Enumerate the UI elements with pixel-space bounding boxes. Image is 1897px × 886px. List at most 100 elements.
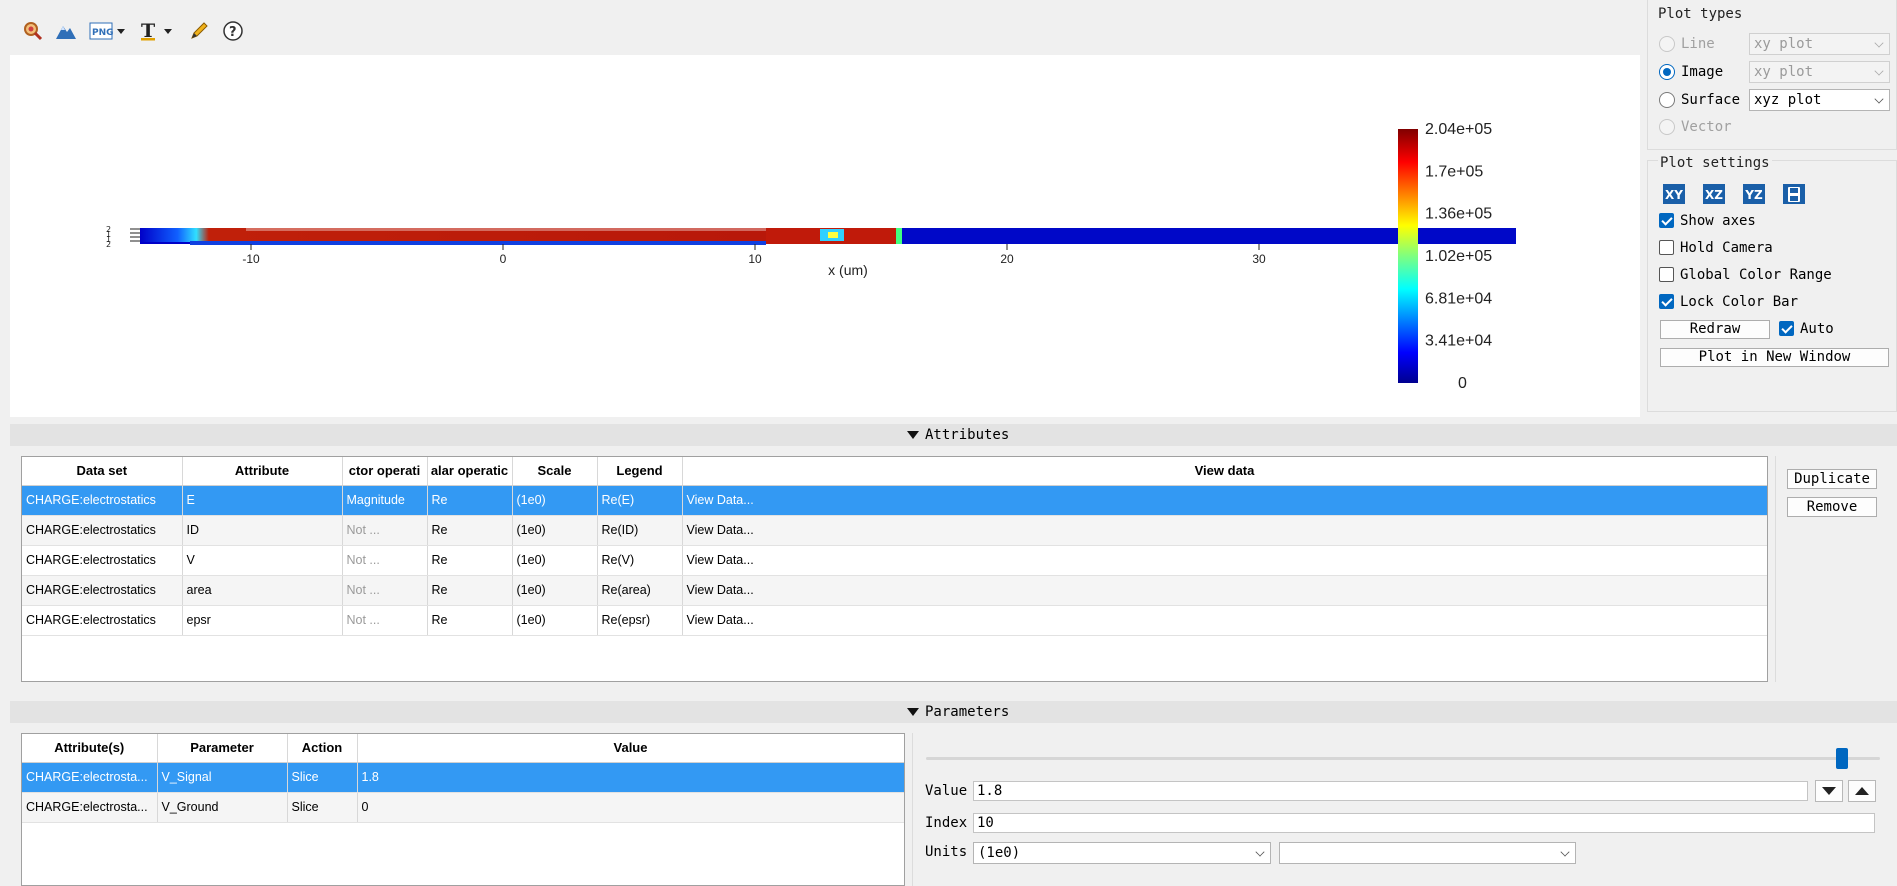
table-cell[interactable]: Re(epsr) [597, 605, 683, 636]
surface-radio[interactable] [1659, 92, 1675, 108]
global-color-range-checkbox[interactable] [1659, 267, 1674, 282]
table-cell[interactable]: Not ... [342, 575, 428, 606]
param-column-header[interactable]: Parameter [157, 734, 288, 763]
param-column-header[interactable]: Attribute(s) [22, 734, 158, 763]
table-cell[interactable]: View Data... [682, 485, 1767, 516]
attr-column-header[interactable]: alar operatic [427, 457, 513, 486]
table-cell[interactable]: CHARGE:electrosta... [22, 792, 158, 823]
table-cell[interactable]: V [182, 545, 343, 576]
table-cell[interactable]: Re [427, 545, 513, 576]
table-cell[interactable]: CHARGE:electrostatics [22, 515, 183, 546]
image-radio[interactable] [1659, 64, 1675, 80]
vector-radio[interactable] [1659, 119, 1675, 135]
table-cell[interactable]: Not ... [342, 545, 428, 576]
table-cell[interactable]: View Data... [682, 605, 1767, 636]
table-cell[interactable]: View Data... [682, 545, 1767, 576]
surface-plot-select[interactable]: xyz plot [1749, 89, 1890, 111]
attributes-table[interactable]: Data set Attribute ctor operati alar operat… [21, 456, 1768, 682]
table-row[interactable]: CHARGE:electrostatics ID Not ... Re (1e0) Re(… [22, 515, 1767, 546]
mountain-icon[interactable] [53, 18, 79, 44]
value-field[interactable]: 1.8 [973, 781, 1808, 801]
lock-color-bar-checkbox[interactable] [1659, 294, 1674, 309]
hold-camera-checkbox[interactable] [1659, 240, 1674, 255]
parameter-slider-track[interactable] [926, 757, 1880, 760]
table-cell[interactable]: Re(area) [597, 575, 683, 606]
attr-column-header[interactable]: Scale [512, 457, 598, 486]
table-cell[interactable]: Re [427, 605, 513, 636]
attr-column-header[interactable]: ctor operati [342, 457, 428, 486]
table-cell[interactable]: ID [182, 515, 343, 546]
table-cell[interactable]: Re [427, 485, 513, 516]
index-field[interactable]: 10 [973, 813, 1875, 833]
table-cell[interactable]: CHARGE:electrosta... [22, 762, 158, 793]
parameters-section-header[interactable]: Parameters [10, 701, 1897, 723]
table-cell[interactable]: epsr [182, 605, 343, 636]
view-xz-button[interactable]: XZ [1702, 183, 1726, 205]
attr-column-header[interactable]: Attribute [182, 457, 343, 486]
table-cell[interactable]: Slice [287, 762, 358, 793]
parameters-table[interactable]: Attribute(s) Parameter Action Value CHARGE:… [21, 733, 905, 886]
table-row[interactable]: CHARGE:electrosta... V_Signal Slice 1.8 [22, 762, 904, 793]
line-plot-select[interactable]: xy plot [1749, 33, 1890, 55]
table-cell[interactable]: Magnitude [342, 485, 428, 516]
png-export-icon[interactable]: PNG [89, 18, 129, 44]
zoom-icon[interactable] [20, 18, 46, 44]
duplicate-button[interactable]: Duplicate [1787, 469, 1877, 489]
table-row[interactable]: CHARGE:electrostatics area Not ... Re (1e0) R… [22, 575, 1767, 606]
plot-new-window-button[interactable]: Plot in New Window [1660, 348, 1889, 367]
table-cell[interactable]: Slice [287, 792, 358, 823]
parameter-slider-handle[interactable] [1835, 748, 1848, 769]
table-cell[interactable]: E [182, 485, 343, 516]
table-cell[interactable]: Not ... [342, 605, 428, 636]
table-row[interactable]: CHARGE:electrostatics E Magnitude Re (1e0) Re… [22, 485, 1767, 516]
table-cell[interactable]: View Data... [682, 515, 1767, 546]
table-cell[interactable]: V_Ground [157, 792, 288, 823]
table-cell[interactable]: (1e0) [512, 515, 598, 546]
table-cell[interactable]: V_Signal [157, 762, 288, 793]
plot-canvas[interactable]: 2 1 1 2 -10 0 10 20 30 x (um) 2.04e+05 1.7e+0… [10, 55, 1640, 417]
table-cell[interactable]: Not ... [342, 515, 428, 546]
table-row[interactable]: CHARGE:electrostatics epsr Not ... Re (1e0) R… [22, 605, 1767, 636]
show-axes-checkbox[interactable] [1659, 213, 1674, 228]
param-column-header[interactable]: Value [357, 734, 904, 763]
remove-button[interactable]: Remove [1787, 497, 1877, 517]
units-select[interactable]: (1e0) [973, 842, 1271, 864]
table-cell[interactable]: 1.8 [357, 762, 904, 793]
increment-button[interactable] [1848, 780, 1876, 802]
auto-checkbox[interactable] [1779, 321, 1794, 336]
table-cell[interactable]: (1e0) [512, 575, 598, 606]
image-plot-select[interactable]: xy plot [1749, 61, 1890, 83]
help-icon[interactable]: ? [220, 18, 246, 44]
attr-column-header[interactable]: Legend [597, 457, 683, 486]
save-view-icon[interactable] [1782, 183, 1806, 205]
table-cell[interactable]: Re [427, 575, 513, 606]
table-cell[interactable]: Re(ID) [597, 515, 683, 546]
pencil-icon[interactable] [186, 18, 212, 44]
table-cell[interactable]: CHARGE:electrostatics [22, 575, 183, 606]
table-cell[interactable]: Re(V) [597, 545, 683, 576]
table-row[interactable]: CHARGE:electrosta... V_Ground Slice 0 [22, 792, 904, 823]
table-cell[interactable]: (1e0) [512, 545, 598, 576]
param-column-header[interactable]: Action [287, 734, 358, 763]
table-cell[interactable]: CHARGE:electrostatics [22, 485, 183, 516]
table-cell[interactable]: Re [427, 515, 513, 546]
attributes-section-header[interactable]: Attributes [10, 424, 1897, 446]
redraw-button[interactable]: Redraw [1660, 320, 1770, 339]
view-yz-button[interactable]: YZ [1742, 183, 1766, 205]
text-icon[interactable]: T [138, 18, 178, 44]
table-row[interactable]: CHARGE:electrostatics V Not ... Re (1e0) Re(V… [22, 545, 1767, 576]
table-cell[interactable]: CHARGE:electrostatics [22, 605, 183, 636]
attr-column-header[interactable]: View data [682, 457, 1767, 486]
view-xy-button[interactable]: XY [1662, 183, 1686, 205]
table-cell[interactable]: (1e0) [512, 605, 598, 636]
table-cell[interactable]: Re(E) [597, 485, 683, 516]
table-cell[interactable]: area [182, 575, 343, 606]
table-cell[interactable]: CHARGE:electrostatics [22, 545, 183, 576]
table-cell[interactable]: (1e0) [512, 485, 598, 516]
attr-column-header[interactable]: Data set [22, 457, 183, 486]
decrement-button[interactable] [1815, 780, 1843, 802]
units-secondary-select[interactable] [1279, 842, 1576, 864]
table-cell[interactable]: 0 [357, 792, 904, 823]
line-radio[interactable] [1659, 36, 1675, 52]
table-cell[interactable]: View Data... [682, 575, 1767, 606]
